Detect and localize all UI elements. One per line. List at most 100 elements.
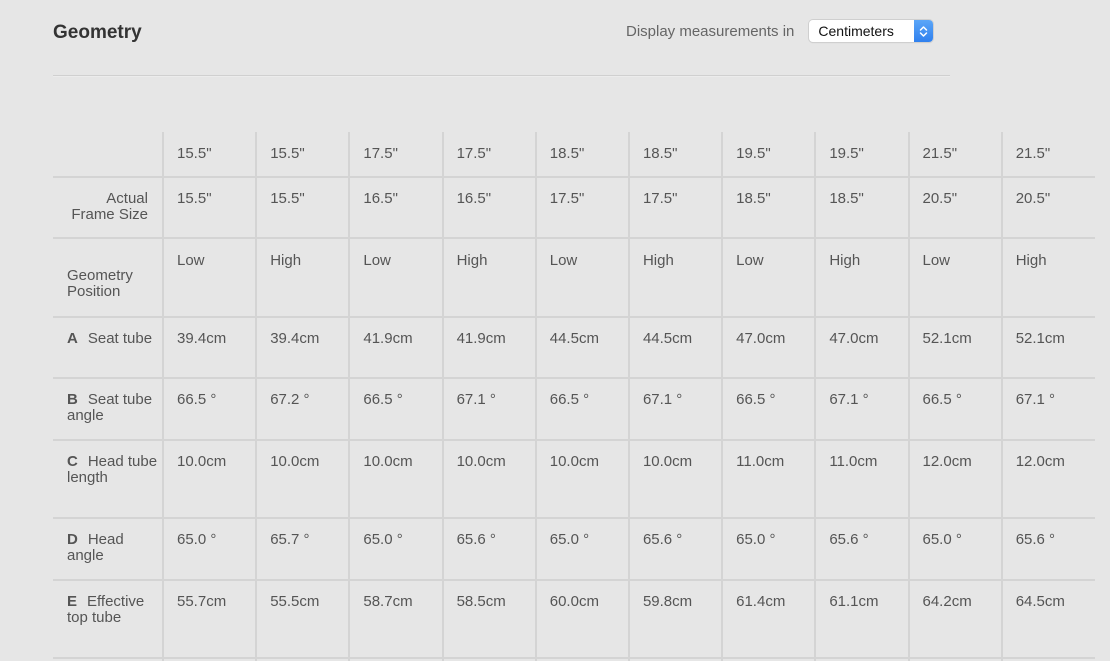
value-cell: 65.6 ° [627, 517, 723, 580]
size-header-cell: 18.5" [534, 132, 629, 177]
cell-value: 10.0cm [270, 453, 320, 470]
value-cell: High [441, 237, 536, 317]
cell-value: 67.2 ° [270, 391, 310, 408]
value-cell: 20.5" [907, 176, 1002, 238]
row-label: Geometry Position [67, 267, 133, 300]
value-cell: High [255, 237, 350, 317]
units-label: Display measurements in [626, 22, 795, 40]
value-cell: 11.0cm [721, 439, 816, 518]
cell-value: 61.1cm [829, 593, 879, 610]
table-row: B Seat tube angle 66.5 ° 67.2 ° 66.5 ° 67.1 °… [53, 377, 1095, 440]
value-cell: 66.5 ° [348, 377, 443, 440]
table-row: A Seat tube 39.4cm 39.4cm 41.9cm 41.9cm 44.5cm… [53, 316, 1095, 378]
value-cell: 58.7cm [348, 579, 443, 658]
cell-value: 41.9cm [363, 330, 413, 347]
cell-value: 67.1 ° [1015, 391, 1056, 408]
value-cell: 67.1 ° [441, 377, 536, 440]
cell-value: 10.0cm [456, 453, 506, 470]
cell-value: 66.5 ° [363, 391, 403, 408]
cell-value: 20.5" [1015, 190, 1051, 207]
cell-value: 66.5 ° [549, 391, 590, 408]
size-header-cell: 17.5" [348, 132, 443, 177]
cell-value: 47.0cm [736, 330, 786, 347]
size-header-cell: 19.5" [814, 132, 909, 177]
row-label-cell: Geometry Position [53, 237, 163, 317]
value-cell: 58.5cm [441, 579, 536, 658]
cell-value: 16.5" [456, 190, 492, 207]
geometry-table: 15.5" 15.5" 17.5" 17.5" 18.5" 18.5" 19.5" 19.5"… [53, 132, 1095, 661]
row-label-cell: A Seat tube [53, 316, 163, 378]
cell-value: 11.0cm [829, 453, 878, 470]
cell-value: 11.0cm [736, 453, 785, 470]
value-cell: 66.5 ° [907, 377, 1002, 440]
cell-value: 39.4cm [177, 330, 227, 347]
value-cell: 65.0 ° [161, 517, 257, 580]
cell-value: 52.1cm [1015, 330, 1065, 347]
size-header-cell: 21.5" [907, 132, 1002, 177]
cell-value: 61.4cm [736, 593, 786, 610]
value-cell: 39.4cm [255, 316, 350, 378]
value-cell: 67.2 ° [255, 377, 350, 440]
value-cell: Low [907, 237, 1002, 317]
size-label: 21.5" [922, 145, 958, 162]
cell-value: 17.5" [642, 190, 678, 207]
cell-value: 41.9cm [456, 330, 506, 347]
cell-value: High [1015, 252, 1047, 269]
cell-value: 65.6 ° [1015, 531, 1056, 548]
units-select[interactable]: Centimeters [809, 20, 934, 42]
value-cell: 18.5" [721, 176, 816, 238]
value-cell: 67.1 ° [1000, 377, 1095, 440]
cell-value: 65.0 ° [549, 531, 590, 548]
size-header-cell: 15.5" [161, 132, 257, 177]
size-header-cell: 17.5" [441, 132, 536, 177]
value-cell: 55.7cm [161, 579, 257, 658]
value-cell: 52.1cm [1000, 316, 1095, 378]
row-label: Seat tube [87, 330, 153, 347]
size-header-cell: 15.5" [255, 132, 350, 177]
cell-value: 64.5cm [1015, 593, 1065, 610]
size-label: 15.5" [177, 145, 212, 162]
cell-value: 44.5cm [549, 330, 599, 347]
value-cell: Low [534, 237, 629, 317]
cell-value: 58.7cm [363, 593, 413, 610]
cell-value: 65.0 ° [736, 531, 776, 548]
size-header-cell: 21.5" [1000, 132, 1095, 177]
value-cell: 39.4cm [161, 316, 257, 378]
value-cell: 16.5" [348, 176, 443, 238]
row-label: Seat tube angle [67, 391, 153, 424]
cell-value: 65.6 ° [642, 531, 683, 548]
cell-value: 15.5" [270, 190, 305, 207]
value-cell: 20.5" [1000, 176, 1095, 238]
size-label: 17.5" [363, 145, 398, 162]
size-label: 18.5" [549, 145, 585, 162]
value-cell: 66.5 ° [534, 377, 629, 440]
value-cell: 65.7 ° [255, 517, 350, 580]
size-label: 19.5" [736, 145, 771, 162]
cell-value: 55.7cm [177, 593, 227, 610]
cell-value: 58.5cm [456, 593, 506, 610]
cell-value: 66.5 ° [736, 391, 776, 408]
cell-value: 65.0 ° [363, 531, 403, 548]
cell-value: 12.0cm [1015, 453, 1065, 470]
value-cell: Low [161, 237, 257, 317]
cell-value: 67.1 ° [642, 391, 683, 408]
value-cell: 61.1cm [814, 579, 909, 658]
header-divider [53, 75, 950, 77]
value-cell: 10.0cm [348, 439, 443, 518]
value-cell: 66.5 ° [721, 377, 816, 440]
value-cell: 15.5" [255, 176, 350, 238]
cell-value: 18.5" [736, 190, 771, 207]
updown-chevron-icon [914, 20, 934, 42]
cell-value: 10.0cm [549, 453, 599, 470]
section-title: Geometry [53, 22, 142, 43]
cell-value: 65.6 ° [829, 531, 869, 548]
value-cell: 65.0 ° [721, 517, 816, 580]
dimension-letter: A [67, 330, 78, 347]
cell-value: High [270, 252, 302, 269]
cell-value: 59.8cm [642, 593, 693, 610]
row-label-cell: Actual Frame Size [53, 176, 163, 238]
value-cell: 55.5cm [255, 579, 350, 658]
value-cell: 67.1 ° [627, 377, 723, 440]
value-cell: 41.9cm [348, 316, 443, 378]
value-cell: 67.1 ° [814, 377, 909, 440]
